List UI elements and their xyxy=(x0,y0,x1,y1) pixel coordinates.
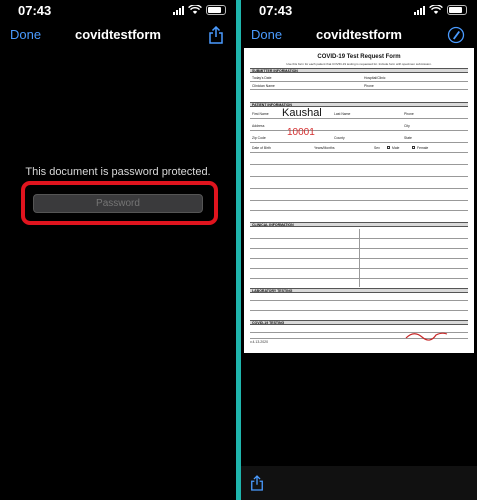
field-label: Today's Date xyxy=(252,76,272,80)
field-label: Phone xyxy=(404,112,414,116)
page-title: covidtestform xyxy=(316,27,402,42)
wifi-icon xyxy=(188,5,202,14)
status-time: 07:43 xyxy=(259,3,293,18)
status-icons xyxy=(173,5,226,15)
handwritten-zip-code: 10001 xyxy=(287,127,315,138)
pdf-document[interactable]: COVID-19 Test Request Form Use this form… xyxy=(244,48,474,353)
status-icons xyxy=(414,5,467,15)
password-input[interactable] xyxy=(33,194,203,213)
password-protected-message: This document is password protected. xyxy=(25,166,211,178)
battery-icon xyxy=(206,5,226,15)
doc-subtitle: Use this form for each patient that COVI… xyxy=(286,62,432,66)
field-label: City xyxy=(404,124,410,128)
handwritten-first-name: Kaushal xyxy=(282,107,322,119)
doc-title: COVID-19 Test Request Form xyxy=(317,54,401,60)
section-covid: COVID-19 TESTING xyxy=(250,320,468,325)
section-submitter: SUBMITTER INFORMATION xyxy=(250,68,468,73)
wifi-icon xyxy=(429,5,443,14)
signal-icon xyxy=(414,5,425,15)
right-screen: 07:43 Done covidtestform COVID-19 Test R… xyxy=(241,0,477,500)
page-title: covidtestform xyxy=(75,27,161,42)
share-icon[interactable] xyxy=(208,26,224,44)
field-label: State xyxy=(404,136,412,140)
battery-icon xyxy=(447,5,467,15)
section-laboratory: LABORATORY TESTING xyxy=(250,288,468,293)
field-label: Address xyxy=(252,124,265,128)
field-label: First Name xyxy=(252,112,269,116)
signal-icon xyxy=(173,5,184,15)
field-label: Years/Months xyxy=(314,146,335,150)
bottom-toolbar xyxy=(241,466,477,500)
field-label: Phone xyxy=(364,84,374,88)
field-label: Female xyxy=(417,146,429,150)
nav-bar: Done covidtestform xyxy=(241,22,477,48)
status-bar: 07:43 xyxy=(241,0,477,22)
field-label: Date of Birth xyxy=(252,146,271,150)
signature-scribble xyxy=(405,332,448,341)
markup-icon[interactable] xyxy=(447,26,465,44)
nav-bar: Done covidtestform xyxy=(0,22,236,48)
section-clinical: CLINICAL INFORMATION xyxy=(250,222,468,227)
left-screen: 07:43 Done covidtestform This document i… xyxy=(0,0,236,500)
status-bar: 07:43 xyxy=(0,0,236,22)
status-time: 07:43 xyxy=(18,3,52,18)
field-label: Clinician Name xyxy=(252,84,275,88)
field-label: Hospital/Clinic xyxy=(364,76,386,80)
field-label: Male xyxy=(392,146,400,150)
field-label: Zip Code xyxy=(252,136,266,140)
field-label: Sex xyxy=(374,146,380,150)
field-label: County xyxy=(334,136,345,140)
field-label: Last Name xyxy=(334,112,351,116)
share-icon[interactable] xyxy=(250,475,264,491)
doc-version: v.4.13.2020 xyxy=(250,340,269,344)
